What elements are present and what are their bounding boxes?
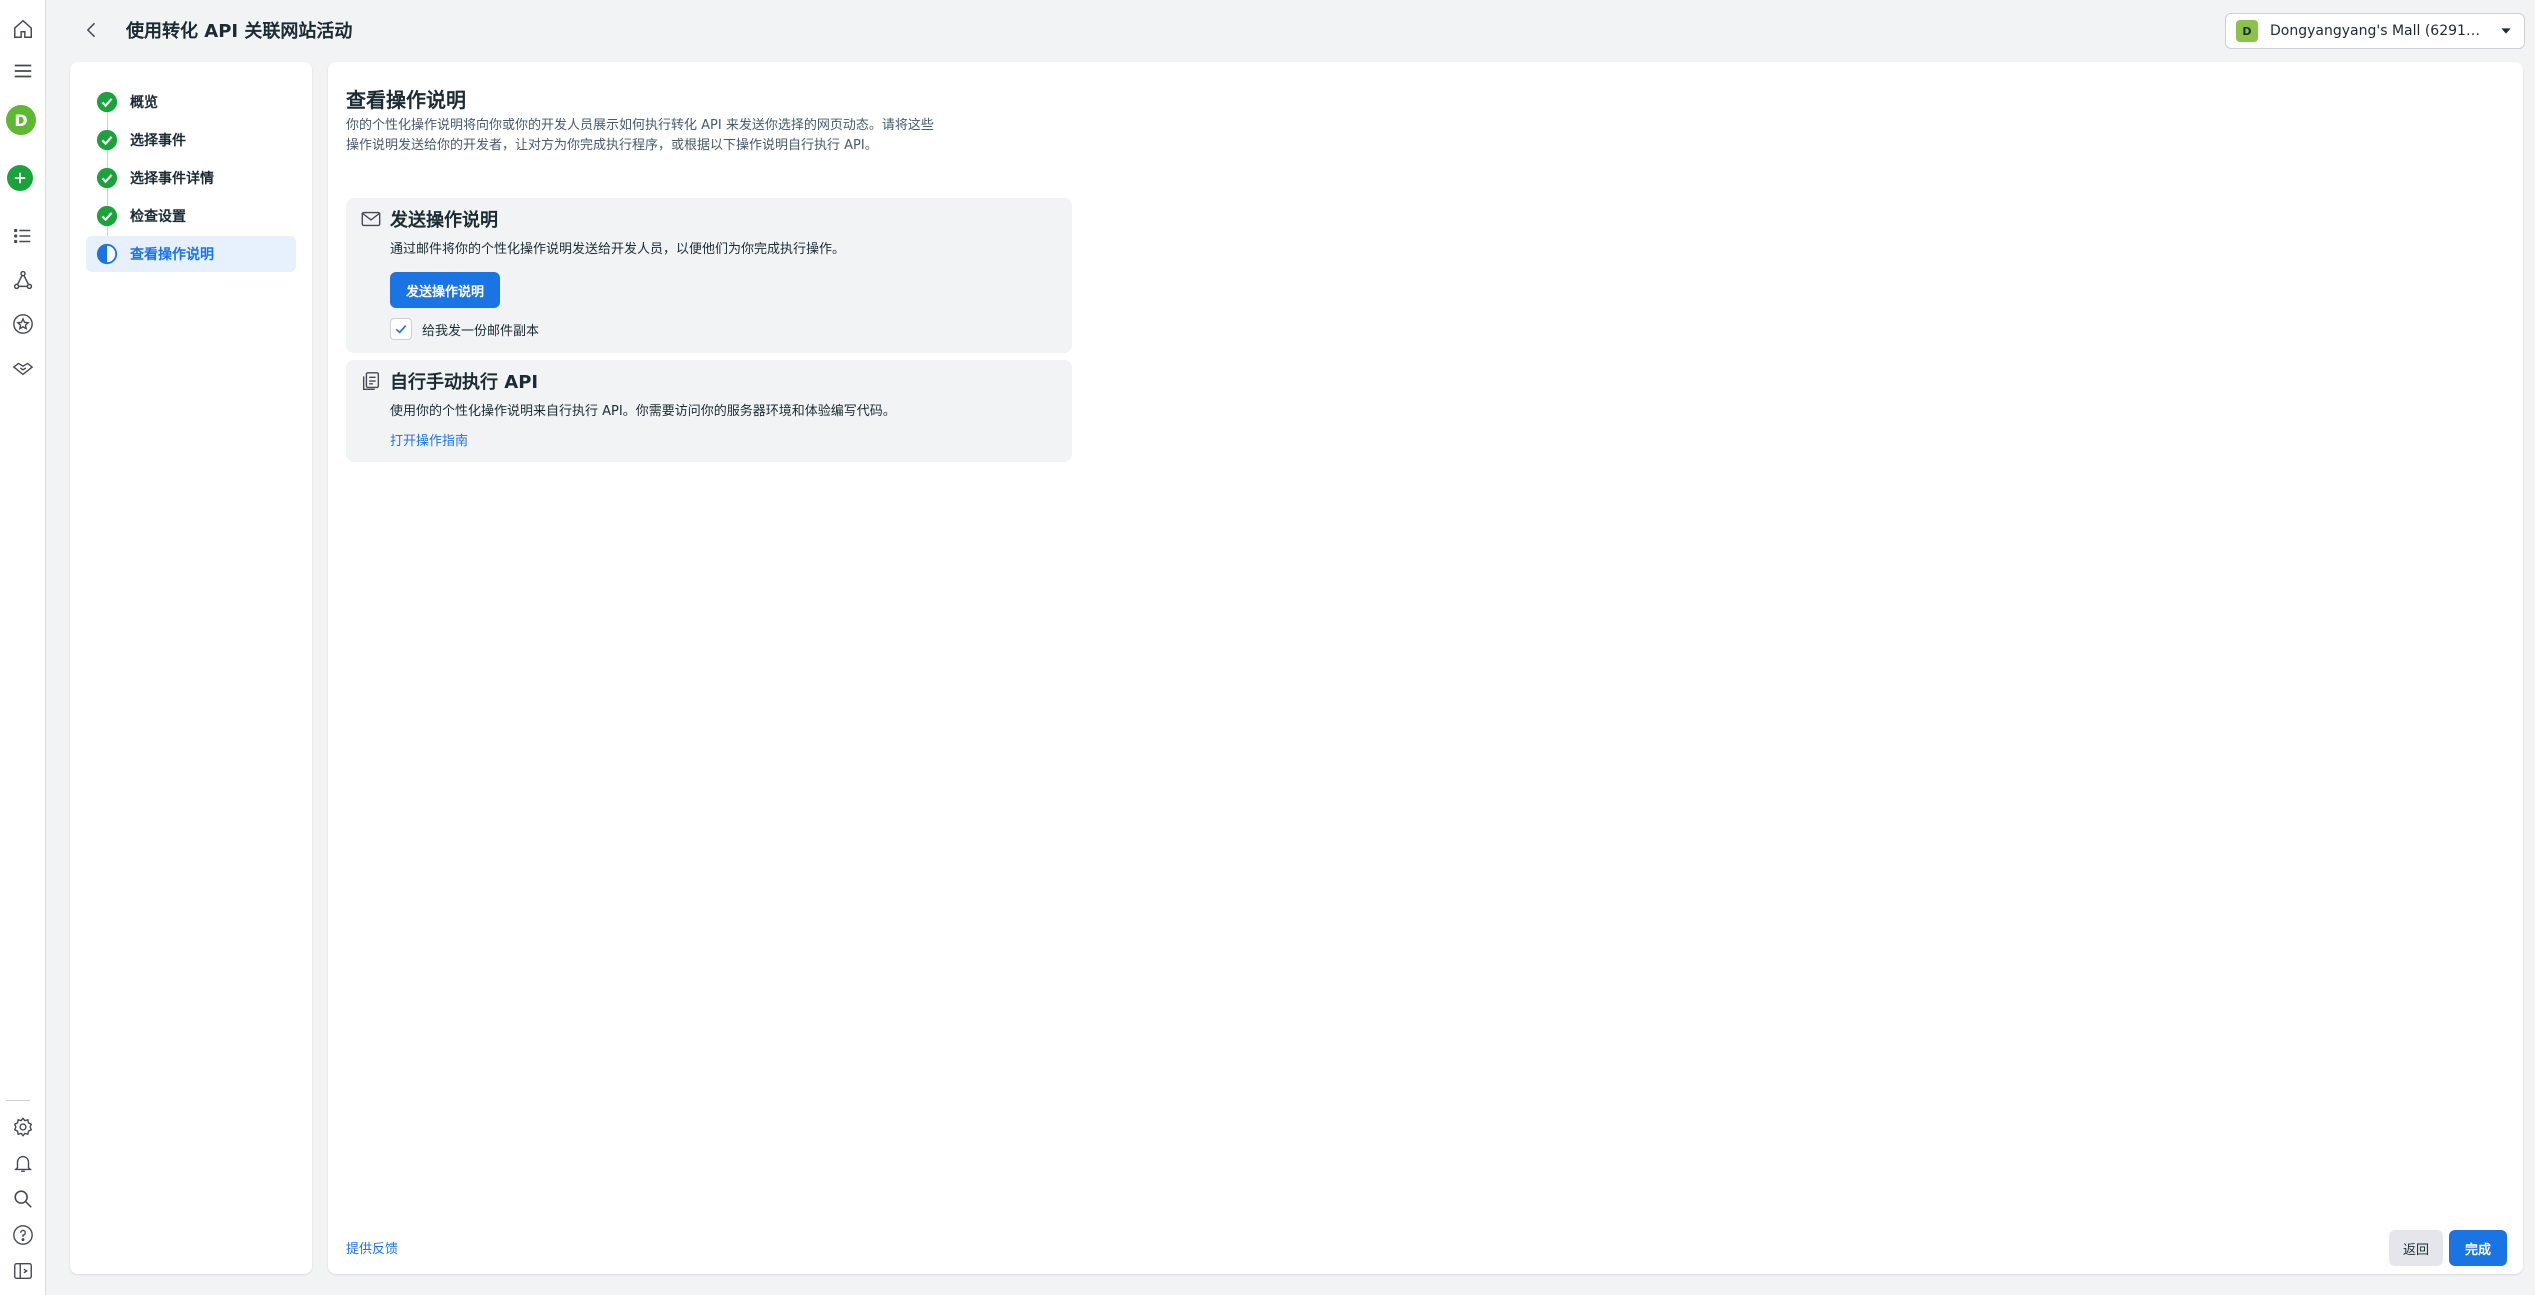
manual-api-card: 自行手动执行 API 使用你的个性化操作说明来自行执行 API。你需要访问你的服… (346, 360, 1072, 462)
search-icon[interactable] (6, 1182, 40, 1216)
step-label: 查看操作说明 (130, 247, 214, 263)
check-circle-icon (96, 167, 118, 189)
feedback-link[interactable]: 提供反馈 (346, 1238, 398, 1257)
send-instructions-button[interactable]: 发送操作说明 (390, 272, 501, 308)
home-icon[interactable] (6, 12, 40, 46)
section-description: 你的个性化操作说明将向你或你的开发人员展示如何执行转化 API 来发送你选择的网… (346, 118, 934, 153)
section-title: 查看操作说明 (346, 88, 466, 112)
page-title: 使用转化 API 关联网站活动 (126, 21, 353, 42)
send-instructions-card: 发送操作说明 通过邮件将你的个性化操作说明发送给开发人员，以便他们为你完成执行操… (346, 198, 1072, 353)
done-button[interactable]: 完成 (2448, 1230, 2507, 1266)
add-icon[interactable] (7, 165, 33, 191)
step-label: 选择事件详情 (130, 171, 214, 187)
check-circle-icon (96, 205, 118, 227)
checkmark-icon (395, 325, 407, 334)
checkbox-label: 给我发一份邮件副本 (422, 323, 540, 339)
step-event-details[interactable]: 选择事件详情 (86, 160, 296, 196)
email-copy-checkbox[interactable] (390, 318, 412, 340)
step-select-events[interactable]: 选择事件 (86, 122, 296, 158)
check-circle-icon (96, 129, 118, 151)
card-text: 通过邮件将你的个性化操作说明发送给开发人员，以便他们为你完成执行操作。 (390, 242, 846, 257)
step-label: 概览 (130, 95, 158, 111)
help-icon[interactable] (6, 1218, 40, 1252)
half-circle-icon (96, 243, 118, 265)
card-title: 自行手动执行 API (390, 372, 539, 393)
step-review-settings[interactable]: 检查设置 (86, 198, 296, 234)
card-title: 发送操作说明 (390, 210, 498, 231)
handshake-icon[interactable] (6, 351, 40, 385)
step-label: 选择事件 (130, 133, 186, 149)
avatar[interactable]: D (6, 105, 36, 135)
bell-icon[interactable] (6, 1146, 40, 1180)
document-stack-icon (362, 372, 380, 390)
account-selector[interactable]: D Dongyangyang's Mall (62916686... (2225, 13, 2525, 49)
rail-divider (6, 1100, 30, 1101)
account-avatar: D (2236, 20, 2258, 42)
menu-icon[interactable] (6, 54, 40, 88)
caret-down-icon (2501, 28, 2511, 34)
connections-icon[interactable] (6, 263, 40, 297)
left-rail: D (0, 0, 46, 1295)
envelope-icon (361, 211, 381, 227)
back-arrow-icon[interactable] (78, 16, 106, 44)
steps-panel: 概览 选择事件 选择事件详情 检查设置 查看操作说明 (70, 62, 312, 1274)
main-panel: 查看操作说明 你的个性化操作说明将向你或你的开发人员展示如何执行转化 API 来… (328, 62, 2523, 1274)
step-view-instructions[interactable]: 查看操作说明 (86, 236, 296, 272)
top-header: 使用转化 API 关联网站活动 D Dongyangyang's Mall (6… (46, 0, 2535, 60)
step-label: 检查设置 (130, 209, 186, 225)
card-text: 使用你的个性化操作说明来自行执行 API。你需要访问你的服务器环境和体验编写代码… (390, 404, 896, 419)
check-circle-icon (96, 91, 118, 113)
gear-icon[interactable] (6, 1110, 40, 1144)
email-copy-option[interactable]: 给我发一份邮件副本 (390, 318, 539, 340)
back-button[interactable]: 返回 (2388, 1230, 2443, 1266)
step-overview[interactable]: 概览 (86, 84, 296, 120)
account-name: Dongyangyang's Mall (62916686... (2270, 23, 2485, 39)
open-guide-link[interactable]: 打开操作指南 (390, 430, 468, 449)
panel-icon[interactable] (6, 1254, 40, 1288)
star-icon[interactable] (6, 307, 40, 341)
list-icon[interactable] (6, 219, 40, 253)
